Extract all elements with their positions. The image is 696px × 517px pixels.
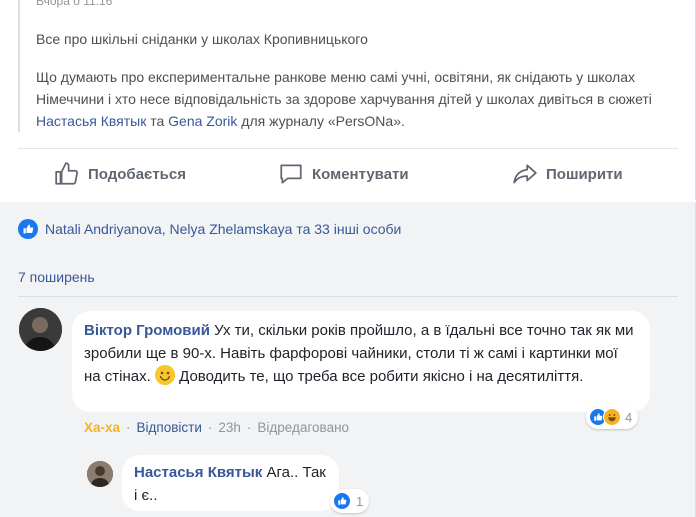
post-card: Вчора о 11:16 Все про шкільні сніданки у… — [0, 0, 696, 200]
reply-reaction-count: 1 — [356, 493, 364, 509]
reply-author[interactable]: Настасья Квятык — [134, 464, 262, 481]
comment-text-2: Доводить те, що треба все робити якісно … — [174, 368, 584, 385]
smile-emoji-icon — [154, 365, 175, 385]
reactions-summary-text: Natali Andriyanova, Nelya Zhelamskaya та… — [45, 221, 402, 237]
thumbs-up-icon — [55, 162, 78, 185]
share-icon — [513, 164, 537, 184]
shares-count-link[interactable]: 7 поширень — [18, 269, 95, 285]
share-button[interactable]: Поширити — [512, 160, 623, 188]
share-button-label: Поширити — [546, 165, 623, 183]
comment-reaction-count: 4 — [625, 409, 633, 425]
link-title[interactable]: Все про шкільні сніданки у школах Кропив… — [36, 30, 368, 48]
comment-age[interactable]: 23h — [218, 420, 241, 435]
reply-reactions-badge[interactable]: 1 — [330, 489, 370, 513]
link-description: Що думають про експериментальне ранкове … — [36, 66, 676, 132]
mention-link-1[interactable]: Настасья Квятык — [36, 113, 146, 129]
comment-icon — [280, 164, 302, 184]
separator-dot: · — [126, 420, 131, 435]
description-and: та — [146, 113, 169, 129]
edited-label[interactable]: Відредаговано — [257, 420, 349, 435]
comment-reactions-badge[interactable]: 4 — [586, 405, 639, 429]
haha-reaction-icon — [603, 408, 621, 426]
comment-button[interactable]: Коментувати — [278, 160, 409, 188]
separator-dot: · — [207, 420, 213, 435]
reactions-summary[interactable]: Natali Andriyanova, Nelya Zhelamskaya та… — [18, 219, 401, 239]
feedback-section: Natali Andriyanova, Nelya Zhelamskaya та… — [0, 202, 696, 517]
haha-reaction-link[interactable]: Ха-ха — [84, 420, 120, 435]
description-text-1: Що думають про експериментальне ранкове … — [36, 69, 652, 107]
shared-link-preview[interactable]: Вчора о 11:16 Все про шкільні сніданки у… — [18, 0, 678, 132]
feedback-divider — [18, 296, 678, 297]
comment-button-label: Коментувати — [312, 165, 409, 183]
comment-author[interactable]: Віктор Громовий — [84, 322, 210, 339]
reply-avatar[interactable] — [87, 461, 113, 487]
description-text-2: для журналу «PersONa». — [237, 113, 405, 129]
like-reaction-icon — [333, 492, 351, 510]
mention-link-2[interactable]: Gena Zorik — [168, 113, 237, 129]
avatar[interactable] — [19, 308, 62, 351]
avatar-photo — [19, 308, 62, 351]
post-timestamp[interactable]: Вчора о 11:16 — [36, 0, 112, 8]
like-reaction-icon — [18, 219, 38, 239]
reply-link[interactable]: Відповісти — [137, 420, 202, 435]
like-button[interactable]: Подобається — [54, 160, 186, 188]
comment-bubble: Віктор Громовий Ух ти, скільки років про… — [72, 311, 650, 412]
reply-bubble: Настасья Квятык Ага.. Так і є.. — [122, 455, 339, 511]
separator-dot: · — [246, 420, 252, 435]
comment-meta: Ха-ха · Відповісти · 23h · Відредаговано — [84, 420, 349, 435]
reply-avatar-photo — [87, 461, 113, 487]
like-button-label: Подобається — [88, 165, 186, 183]
post-actions-bar: Подобається Коментувати Поширити — [0, 148, 696, 200]
